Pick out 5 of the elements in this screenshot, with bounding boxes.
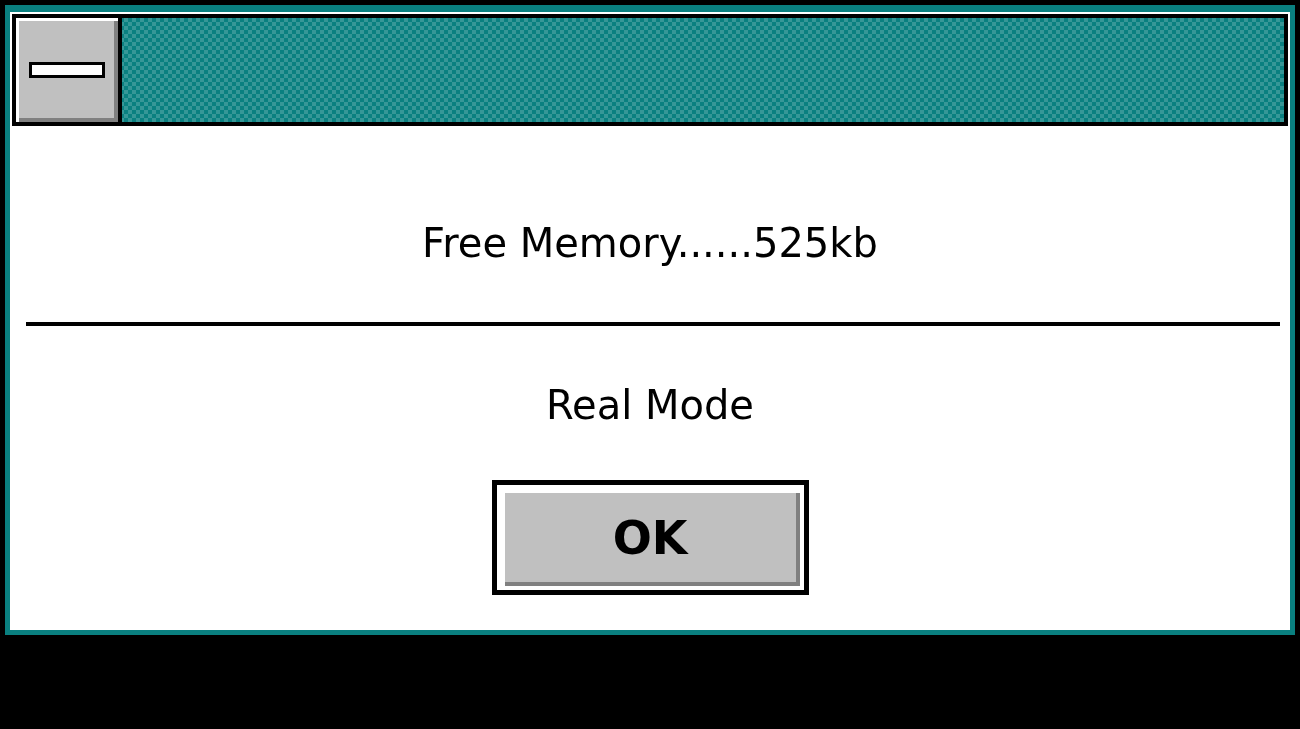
memory-message: Free Memory......525kb [422,220,878,266]
minus-icon [29,62,105,78]
ok-button[interactable]: OK [491,480,809,595]
mode-text: Real Mode [546,382,754,428]
control-menu-button[interactable] [16,18,122,122]
